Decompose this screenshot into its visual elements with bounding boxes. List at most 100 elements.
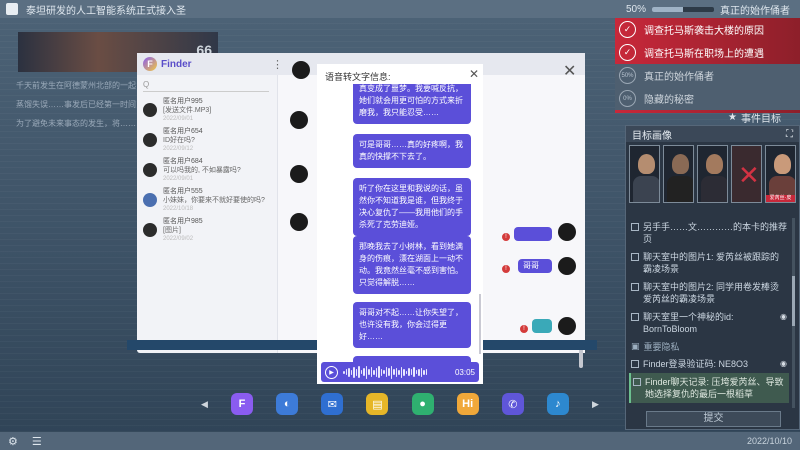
avatar [143, 223, 157, 237]
mission-item[interactable]: ✓ 调查托马斯袭击大楼的原因 [615, 18, 800, 41]
gear-icon[interactable]: ⚙ [8, 435, 18, 448]
eye-icon[interactable]: ◉ [780, 358, 787, 370]
avatar [558, 223, 576, 241]
goal-text: 真正的始作俑者 [720, 5, 790, 17]
transcript-bubble: 听了你在这里和我说的话，虽然你不知道我是谁，但我终于决心复仇了——我用他们的手杀… [353, 178, 471, 236]
contact-name: 匿名用户684 [163, 157, 203, 165]
news-icon [6, 3, 18, 15]
contact-message: 小妹妹，你要来不就好要使的吗? [163, 196, 265, 204]
contact-name: 匿名用户555 [163, 187, 203, 195]
clue-icon [631, 283, 639, 291]
waveform[interactable] [343, 365, 450, 379]
play-icon[interactable]: ▶ [325, 365, 338, 379]
portrait-tag: 爱芮丝·皮 [766, 195, 795, 202]
modal-title: 语音转文字信息: [325, 72, 391, 82]
event-item[interactable]: 聊天室中的图片1: 爱芮丝被跟踪的霸凌场景 [629, 248, 789, 278]
mail-app-icon[interactable]: ✉ [321, 393, 344, 415]
music-app-icon[interactable]: ♪ [546, 393, 569, 415]
section-label: ▣ 重要隐私 [629, 338, 789, 355]
events-header: ★ 事件目标 [728, 110, 800, 125]
panel-head: 目标画像 ⛶ [626, 126, 799, 142]
eye-icon[interactable]: ◉ [780, 311, 787, 335]
portrait[interactable] [629, 145, 660, 203]
portrait[interactable] [663, 145, 694, 203]
contact-name: 匿名用户985 [163, 217, 203, 225]
cross-icon: ✕ [738, 160, 760, 190]
avatar [143, 193, 157, 207]
check-icon: ✓ [619, 21, 636, 38]
contact-time: 2022/09/12 [163, 145, 194, 152]
search-input[interactable]: Q [143, 80, 269, 92]
contact-item[interactable]: 匿名用户684 可以吗我的, 不如暴露吗? 2022/09/01 [137, 155, 277, 185]
phone-app-icon[interactable]: ✆ [501, 393, 524, 415]
event-item[interactable]: Finder聊天记录: 压垮爱芮丝、导致她选择复仇的最后一根稻草 [629, 373, 789, 403]
portrait-selected[interactable]: 爱芮丝·皮 [765, 145, 796, 203]
event-item[interactable]: 聊天室里一个神秘的id: BornToBloom ◉ [629, 308, 789, 338]
events-header-label: 事件目标 [740, 113, 781, 125]
contact-text: 匿名用户684 可以吗我的, 不如暴露吗? 2022/09/01 [163, 157, 241, 184]
mission-label: 调查托马斯袭击大楼的原因 [644, 26, 764, 37]
dock-prev-icon[interactable]: ◀ [201, 399, 208, 410]
top-progress: 50% 真正的始作俑者 [626, 2, 790, 17]
chat-bubble[interactable] [514, 227, 552, 241]
progress-text: 50% [625, 3, 646, 15]
event-text: Finder登录验证码: NE8O3 [643, 359, 749, 369]
globe-app-icon[interactable]: ◐ [276, 393, 299, 415]
mission-label: 调查托马斯在职场上的遭遇 [644, 49, 764, 60]
alert-icon: ! [502, 265, 510, 273]
event-item[interactable]: 另手手……文…………的本卡的推荐页 [629, 218, 789, 248]
close-icon[interactable]: ✕ [563, 61, 576, 81]
mission-item[interactable]: 50% 真正的始作俑者 [615, 64, 800, 87]
search-icon: Q [143, 80, 150, 89]
clue-icon [631, 313, 639, 321]
portrait-crossed[interactable]: ✕ [731, 145, 762, 203]
list-icon[interactable]: ☰ [32, 435, 42, 448]
contact-message: 可以吗我的, 不如暴露吗? [163, 166, 241, 174]
contact-text: 匿名用户555 小妹妹，你要来不就好要使的吗? 2022/10/18 [163, 187, 265, 214]
contact-item[interactable]: 匿名用户654 ID好在吗? 2022/09/12 [137, 125, 277, 155]
event-item[interactable]: 聊天室中的图片2: 同学用卷发棒烫爱芮丝的霸凌场景 [629, 278, 789, 308]
contact-message: ID好在吗? [163, 136, 195, 144]
event-text: Finder聊天记录: 压垮爱芮丝、导致她选择复仇的最后一根稻草 [645, 377, 784, 399]
privacy-icon: ▣ [631, 341, 640, 351]
scrollbar[interactable] [792, 218, 795, 408]
transcript-bubble: 那晚我去了小树林，看到她满身的伤痕，漂在湖面上一动不动。我竟然丝毫不感到害怕。只… [353, 236, 471, 294]
transcript-bubble: 真变成了噩梦。我要喊反抗，她们就会用更可怕的方式来折磨我，我只能忍受…… [353, 84, 471, 124]
submit-button[interactable]: 提交 [646, 411, 781, 427]
contact-text: 匿名用户985 [图片] 2022/09/02 [163, 217, 203, 244]
clue-icon [631, 360, 639, 368]
contact-time: 2022/09/01 [163, 175, 194, 182]
contact-item[interactable]: 匿名用户555 小妹妹，你要来不就好要使的吗? 2022/10/18 [137, 185, 277, 215]
system-date: 2022/10/10 [746, 436, 792, 446]
contact-item[interactable]: 匿名用户995 [发送文件.MP3] 2022/09/01 [137, 95, 277, 125]
avatar [143, 133, 157, 147]
voice-transcript-modal: 语音转文字信息: ✕ 真变成了噩梦。我要喊反抗，她们就会用更可怕的方式来折磨我，… [317, 64, 483, 384]
portrait[interactable] [697, 145, 728, 203]
avatar [290, 111, 308, 129]
menu-icon[interactable]: ⋮ [272, 58, 283, 71]
event-item[interactable]: Finder登录验证码: NE8O3 ◉ [629, 355, 789, 373]
mission-item[interactable]: 0% 隐藏的秘密 [615, 87, 800, 110]
notes-app-icon[interactable]: ▤ [366, 393, 389, 415]
contact-time: 2022/10/18 [163, 205, 194, 212]
avatar [143, 103, 157, 117]
bottom-bar: ⚙ ☰ 2022/10/10 [0, 432, 800, 450]
modal-scrollbar[interactable] [479, 294, 481, 354]
chat-bubble[interactable] [532, 319, 552, 333]
chat-bubble[interactable]: 哥哥 [518, 259, 552, 273]
hi-app-icon[interactable]: Hi [456, 393, 479, 415]
transcript-bubble: 可是哥哥……真的好疼啊，我真的快撑不下去了。 [353, 134, 471, 168]
contact-item[interactable]: 匿名用户985 [图片] 2022/09/02 [137, 215, 277, 245]
expand-icon[interactable]: ⛶ [786, 129, 793, 140]
transcript-messages: 真变成了噩梦。我要喊反抗，她们就会用更可怕的方式来折磨我，我只能忍受…… 可是哥哥… [325, 84, 475, 362]
mission-label: 隐藏的秘密 [644, 95, 694, 106]
contact-name: 匿名用户995 [163, 97, 203, 105]
modal-close-icon[interactable]: ✕ [469, 67, 479, 81]
dock-next-icon[interactable]: ▶ [592, 399, 599, 410]
location-app-icon[interactable]: ● [411, 393, 434, 415]
app-dock: ◀ F ◐ ✉ ▤ ● Hi ✆ ♪ ▶ [195, 386, 605, 422]
voice-player[interactable]: ▶ 03:05 [321, 362, 479, 382]
finder-app-icon[interactable]: F [231, 393, 254, 415]
mission-item[interactable]: ✓ 调查托马斯在职场上的遭遇 [615, 41, 800, 64]
events-panel: 目标画像 ⛶ ✕ 爱芮丝·皮 另手手……文…………的本卡的推荐页 聊天室中的图片1… [625, 125, 800, 430]
